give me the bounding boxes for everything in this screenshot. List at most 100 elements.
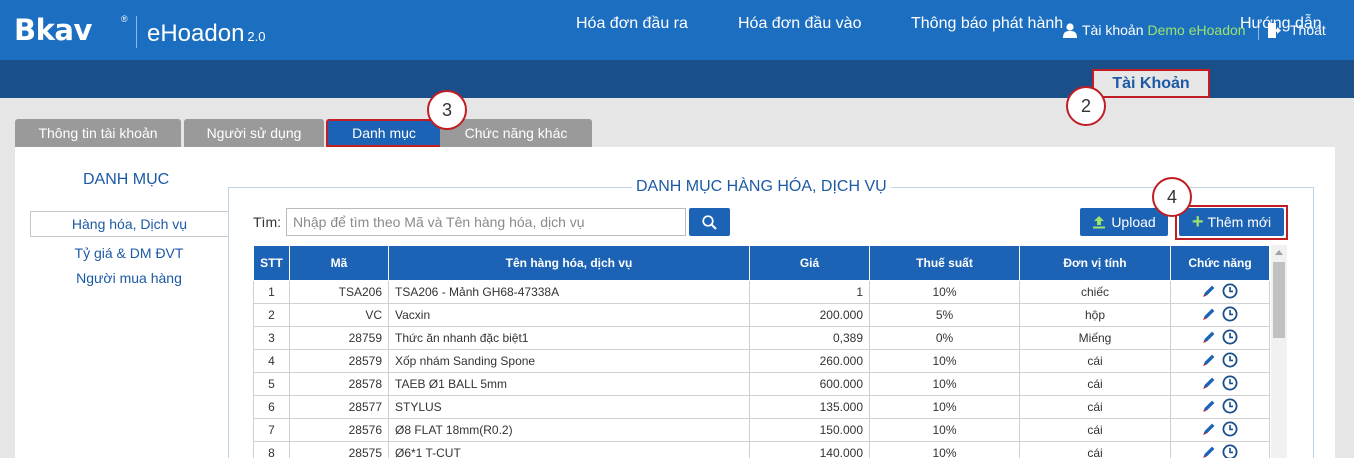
nav-issuance-notices[interactable]: Thông báo phát hành — [911, 0, 1063, 38]
cell-unit: Miếng — [1019, 326, 1171, 350]
table-row[interactable]: 4 28579 Xốp nhám Sanding Spone 260.000 10% cá… — [253, 349, 1270, 373]
cell-price: 150.000 — [749, 418, 870, 442]
table-row[interactable]: 6 28577 STYLUS 135.000 10% cái — [253, 395, 1270, 419]
add-new-button[interactable]: + Thêm mới — [1179, 208, 1284, 236]
product-title: eHoadon — [147, 20, 245, 47]
nav-input-invoices[interactable]: Hóa đơn đầu vào — [738, 0, 861, 38]
edit-icon[interactable] — [1202, 399, 1216, 416]
cell-name: Ø6*1 T-CUT — [388, 441, 750, 458]
cell-tax: 10% — [869, 441, 1020, 458]
nav-account[interactable]: Tài Khoản — [1092, 69, 1210, 98]
cell-tax: 10% — [869, 395, 1020, 419]
cell-tax: 10% — [869, 372, 1020, 396]
sidebar-item-goods-services[interactable]: Hàng hóa, Dịch vụ — [30, 211, 228, 237]
cell-unit: cái — [1019, 395, 1171, 419]
nav-output-invoices[interactable]: Hóa đơn đầu ra — [576, 0, 688, 38]
upload-label: Upload — [1111, 214, 1156, 230]
cell-stt: 2 — [253, 303, 290, 327]
table-row[interactable]: 2 VC Vacxin 200.000 5% hộp — [253, 303, 1270, 327]
table-row[interactable]: 7 28576 Ø8 FLAT 18mm(R0.2) 150.000 10% cái — [253, 418, 1270, 442]
cell-price: 1 — [749, 280, 870, 304]
bkav-logo[interactable]: Bkav — [14, 13, 92, 47]
history-icon[interactable] — [1222, 421, 1238, 440]
history-icon[interactable] — [1222, 352, 1238, 371]
add-new-label: Thêm mới — [1207, 214, 1272, 230]
cell-actions — [1170, 441, 1270, 458]
account-link[interactable]: Tài khoản Demo eHoadon — [1063, 22, 1246, 38]
history-icon[interactable] — [1222, 444, 1238, 458]
cell-code: 28579 — [289, 349, 389, 373]
cell-name: Ø8 FLAT 18mm(R0.2) — [388, 418, 750, 442]
sidebar-item-buyers[interactable]: Người mua hàng — [30, 266, 228, 292]
account-name: Demo eHoadon — [1147, 22, 1246, 38]
cell-code: 28576 — [289, 418, 389, 442]
history-icon[interactable] — [1222, 329, 1238, 348]
cell-price: 0,389 — [749, 326, 870, 350]
cell-actions — [1170, 280, 1270, 304]
cell-code: 28759 — [289, 326, 389, 350]
step-callout-4: 4 — [1152, 177, 1192, 217]
catalog-title: DANH MỤC HÀNG HÓA, DỊCH VỤ — [632, 178, 891, 196]
col-header-tax[interactable]: Thuế suất — [869, 245, 1020, 281]
edit-icon[interactable] — [1202, 445, 1216, 458]
cell-tax: 10% — [869, 280, 1020, 304]
tab-other-functions[interactable]: Chức năng khác — [440, 119, 592, 147]
tab-users[interactable]: Người sử dụng — [184, 119, 324, 147]
cell-unit: cái — [1019, 372, 1171, 396]
cell-tax: 10% — [869, 418, 1020, 442]
edit-icon[interactable] — [1202, 330, 1216, 347]
history-icon[interactable] — [1222, 375, 1238, 394]
user-icon — [1063, 22, 1077, 38]
cell-name: STYLUS — [388, 395, 750, 419]
scroll-up-arrow[interactable] — [1275, 250, 1283, 255]
table-row[interactable]: 8 28575 Ø6*1 T-CUT 140.000 10% cái — [253, 441, 1270, 458]
history-icon[interactable] — [1222, 283, 1238, 302]
cell-actions — [1170, 418, 1270, 442]
col-header-code[interactable]: Mã — [289, 245, 389, 281]
cell-actions — [1170, 372, 1270, 396]
cell-stt: 8 — [253, 441, 290, 458]
cell-unit: chiếc — [1019, 280, 1171, 304]
edit-icon[interactable] — [1202, 353, 1216, 370]
cell-stt: 3 — [253, 326, 290, 350]
upload-button[interactable]: Upload — [1080, 208, 1168, 236]
search-button[interactable] — [689, 208, 730, 236]
plus-icon: + — [1191, 211, 1204, 233]
product-version: 2.0 — [247, 29, 266, 44]
edit-icon[interactable] — [1202, 376, 1216, 393]
edit-icon[interactable] — [1202, 422, 1216, 439]
step-callout-3: 3 — [427, 90, 467, 130]
cell-stt: 6 — [253, 395, 290, 419]
logo-divider — [136, 16, 137, 48]
cell-code: TSA206 — [289, 280, 389, 304]
tab-catalog[interactable]: Danh mục — [326, 119, 442, 147]
edit-icon[interactable] — [1202, 284, 1216, 301]
cell-name: Xốp nhám Sanding Spone — [388, 349, 750, 373]
sidebar-title: DANH MỤC — [83, 171, 170, 188]
cell-tax: 5% — [869, 303, 1020, 327]
search-input[interactable] — [286, 208, 686, 236]
col-header-unit[interactable]: Đơn vị tính — [1019, 245, 1171, 281]
cell-stt: 4 — [253, 349, 290, 373]
col-header-stt[interactable]: STT — [253, 245, 290, 281]
cell-tax: 10% — [869, 349, 1020, 373]
sidebar-item-exchange-rate[interactable]: Tỷ giá & DM ĐVT — [30, 241, 228, 267]
history-icon[interactable] — [1222, 306, 1238, 325]
col-header-name[interactable]: Tên hàng hóa, dịch vụ — [388, 245, 750, 281]
registered-mark: ® — [121, 14, 128, 24]
table-row[interactable]: 1 TSA206 TSA206 - Mảnh GH68-47338A 1 10% chiế… — [253, 280, 1270, 304]
tab-account-info[interactable]: Thông tin tài khoản — [15, 119, 181, 147]
cell-name: TAEB Ø1 BALL 5mm — [388, 372, 750, 396]
cell-code: VC — [289, 303, 389, 327]
scroll-thumb[interactable] — [1273, 262, 1285, 338]
table-row[interactable]: 5 28578 TAEB Ø1 BALL 5mm 600.000 10% cái — [253, 372, 1270, 396]
history-icon[interactable] — [1222, 398, 1238, 417]
cell-name: Vacxin — [388, 303, 750, 327]
cell-price: 135.000 — [749, 395, 870, 419]
edit-icon[interactable] — [1202, 307, 1216, 324]
cell-actions — [1170, 303, 1270, 327]
cell-stt: 1 — [253, 280, 290, 304]
nav-guide[interactable]: Hướng dẫn — [1240, 0, 1322, 38]
col-header-price[interactable]: Giá — [749, 245, 870, 281]
table-row[interactable]: 3 28759 Thức ăn nhanh đặc biệt1 0,389 0% Miến… — [253, 326, 1270, 350]
